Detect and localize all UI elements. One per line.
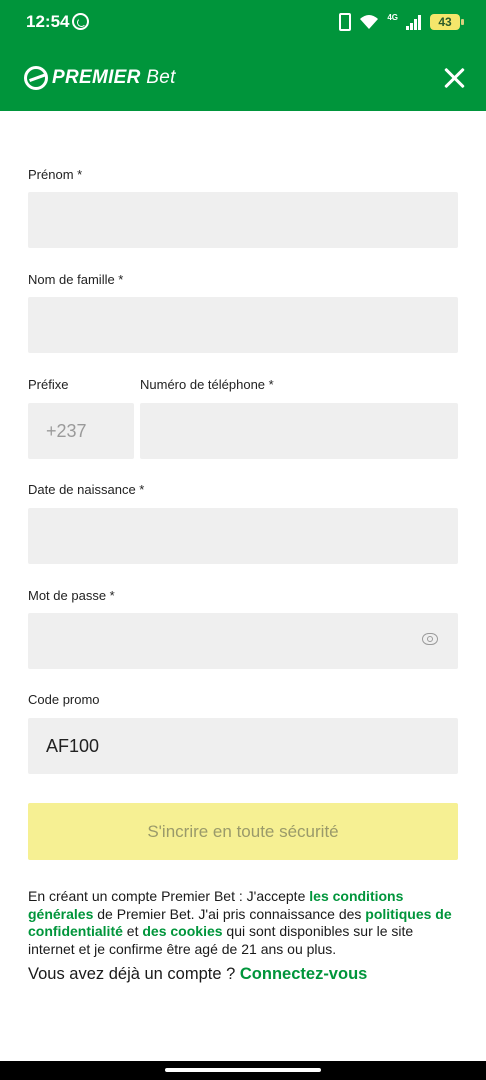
terms-text-2: de Premier Bet. J'ai pris connaissance d…	[93, 905, 366, 922]
system-nav-bar	[0, 1061, 486, 1080]
home-gesture-bar[interactable]	[165, 1068, 321, 1072]
terms-text-3: et	[122, 923, 143, 939]
cookies-link[interactable]: des cookies	[142, 923, 222, 939]
premier-bet-logo: PREMIER Bet	[24, 66, 176, 90]
phone-field[interactable]	[140, 403, 458, 459]
prefix-field[interactable]: +237	[28, 403, 134, 459]
eye-icon[interactable]	[422, 633, 438, 645]
first-name-field[interactable]	[28, 192, 458, 248]
terms-text: En créant un compte Premier Bet : J'acce…	[28, 888, 460, 958]
whatsapp-icon	[72, 13, 89, 30]
terms-text-1: En créant un compte Premier Bet : J'acce…	[28, 888, 310, 904]
birthdate-field[interactable]	[28, 508, 458, 564]
clock: 12:54	[26, 12, 70, 31]
login-prompt: Vous avez déjà un compte ? Connectez-vou…	[28, 965, 367, 984]
status-bar: 12:54 4G 43	[0, 0, 486, 46]
last-name-label: Nom de famille *	[28, 272, 124, 287]
logo-text-light: Bet	[146, 67, 176, 88]
login-link[interactable]: Connectez-vous	[240, 965, 367, 983]
password-field[interactable]	[28, 613, 458, 669]
prefix-label: Préfixe	[28, 377, 69, 392]
last-name-field[interactable]	[28, 297, 458, 353]
promo-code-field[interactable]: AF100	[28, 718, 458, 774]
first-name-label: Prénom *	[28, 167, 83, 182]
wifi-icon	[359, 14, 379, 30]
signup-button[interactable]: S'incrire en toute sécurité	[28, 803, 458, 860]
signal-icon	[406, 14, 422, 30]
battery-icon: 43	[430, 14, 464, 30]
status-icons: 4G 43	[339, 13, 464, 31]
password-label: Mot de passe *	[28, 588, 115, 603]
promo-label: Code promo	[28, 692, 100, 707]
close-icon[interactable]	[442, 66, 466, 90]
app-header: PREMIER Bet	[0, 46, 486, 111]
birthdate-label: Date de naissance *	[28, 482, 145, 497]
network-type: 4G	[387, 13, 398, 22]
logo-text: PREMIER Bet	[52, 67, 176, 89]
phone-label: Numéro de téléphone *	[140, 377, 274, 392]
vibrate-icon	[339, 13, 352, 31]
login-prompt-text: Vous avez déjà un compte ?	[28, 965, 240, 983]
logo-text-bold: PREMIER	[52, 67, 141, 88]
logo-icon	[24, 66, 48, 90]
